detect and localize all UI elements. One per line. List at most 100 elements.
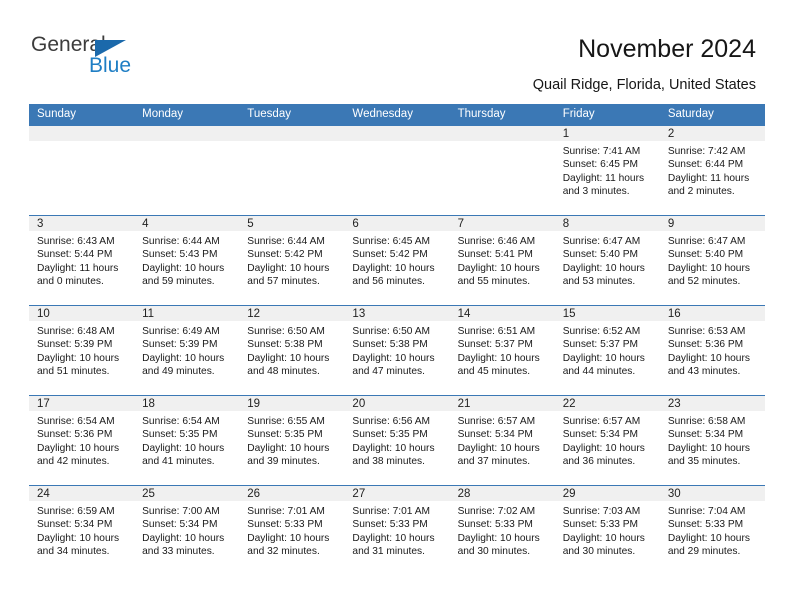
calendar-day-cell: 28 Sunrise: 7:02 AM Sunset: 5:33 PM Dayligh… [449, 485, 555, 575]
day-number: 17 [29, 396, 135, 411]
day-cell[interactable]: 29 Sunrise: 7:03 AM Sunset: 5:33 PM Dayligh… [554, 486, 660, 575]
daylight-duration-line1: Daylight: 10 hours [562, 532, 645, 544]
day-cell-empty [449, 126, 555, 215]
day-number: 5 [239, 216, 345, 231]
day-cell[interactable]: 10 Sunrise: 6:48 AM Sunset: 5:39 PM Dayligh… [29, 306, 135, 395]
day-details: Sunrise: 6:52 AM Sunset: 5:37 PM Daylight:… [555, 321, 660, 379]
calendar-day-cell: 18 Sunrise: 6:54 AM Sunset: 5:35 PM Dayligh… [134, 395, 240, 486]
day-cell[interactable]: 9 Sunrise: 6:47 AM Sunset: 5:40 PM Daylight… [659, 216, 765, 305]
daylight-duration-line1: Daylight: 10 hours [142, 262, 225, 274]
daylight-duration-line2: and 45 minutes. [457, 366, 531, 378]
daylight-duration-line2: and 34 minutes. [37, 546, 110, 558]
day-cell[interactable]: 5 Sunrise: 6:44 AM Sunset: 5:42 PM Daylight… [239, 216, 345, 305]
sunrise-time: Sunrise: 6:47 AM [562, 236, 641, 247]
daylight-duration-line2: and 55 minutes. [457, 276, 531, 288]
sunset-time: Sunset: 5:33 PM [667, 519, 744, 531]
day-cell[interactable]: 18 Sunrise: 6:54 AM Sunset: 5:35 PM Dayligh… [134, 396, 240, 485]
day-number: 24 [29, 486, 135, 501]
day-cell-empty [134, 126, 240, 215]
day-cell[interactable]: 28 Sunrise: 7:02 AM Sunset: 5:33 PM Dayligh… [449, 486, 555, 575]
day-cell[interactable]: 17 Sunrise: 6:54 AM Sunset: 5:36 PM Dayligh… [29, 396, 135, 485]
day-cell[interactable]: 25 Sunrise: 7:00 AM Sunset: 5:34 PM Dayligh… [134, 486, 240, 575]
day-cell[interactable]: 1 Sunrise: 7:41 AM Sunset: 6:45 PM Daylight… [554, 126, 660, 215]
calendar-day-cell: 27 Sunrise: 7:01 AM Sunset: 5:33 PM Dayligh… [344, 485, 450, 575]
day-cell[interactable]: 16 Sunrise: 6:53 AM Sunset: 5:36 PM Dayligh… [659, 306, 765, 395]
sunset-time: Sunset: 5:38 PM [247, 339, 323, 351]
daylight-duration-line2: and 49 minutes. [142, 366, 215, 378]
day-details: Sunrise: 7:02 AM Sunset: 5:33 PM Daylight:… [450, 501, 555, 559]
day-cell[interactable]: 7 Sunrise: 6:46 AM Sunset: 5:41 PM Daylight… [449, 216, 555, 305]
daylight-duration-line1: Daylight: 10 hours [352, 352, 435, 364]
day-details: Sunrise: 7:00 AM Sunset: 5:34 PM Daylight:… [134, 501, 239, 559]
sunset-time: Sunset: 5:34 PM [37, 519, 113, 531]
day-cell[interactable]: 19 Sunrise: 6:55 AM Sunset: 5:35 PM Dayligh… [239, 396, 345, 485]
daylight-duration-line1: Daylight: 10 hours [247, 352, 330, 364]
day-cell[interactable]: 13 Sunrise: 6:50 AM Sunset: 5:38 PM Dayligh… [344, 306, 450, 395]
day-cell[interactable]: 20 Sunrise: 6:56 AM Sunset: 5:35 PM Dayligh… [344, 396, 450, 485]
page-header: General Blue November 2024 Quail Ridge, … [0, 0, 792, 104]
day-cell[interactable]: 30 Sunrise: 7:04 AM Sunset: 5:33 PM Dayligh… [659, 486, 765, 575]
day-cell[interactable]: 4 Sunrise: 6:44 AM Sunset: 5:43 PM Daylight… [134, 216, 240, 305]
day-details: Sunrise: 6:46 AM Sunset: 5:41 PM Daylight:… [450, 231, 555, 289]
daylight-duration-line1: Daylight: 10 hours [37, 532, 120, 544]
calendar-day-cell: 4 Sunrise: 6:44 AM Sunset: 5:43 PM Daylight… [134, 215, 240, 306]
day-cell[interactable]: 14 Sunrise: 6:51 AM Sunset: 5:37 PM Dayligh… [449, 306, 555, 395]
day-number: 26 [239, 486, 345, 501]
daylight-duration-line1: Daylight: 10 hours [667, 352, 750, 364]
daylight-duration-line2: and 39 minutes. [247, 456, 320, 468]
day-cell[interactable]: 24 Sunrise: 6:59 AM Sunset: 5:34 PM Dayligh… [29, 486, 135, 575]
day-cell[interactable]: 21 Sunrise: 6:57 AM Sunset: 5:34 PM Dayligh… [449, 396, 555, 485]
day-cell[interactable]: 22 Sunrise: 6:57 AM Sunset: 5:34 PM Dayligh… [554, 396, 660, 485]
calendar-day-cell: 24 Sunrise: 6:59 AM Sunset: 5:34 PM Dayligh… [29, 485, 135, 575]
day-cell[interactable]: 27 Sunrise: 7:01 AM Sunset: 5:33 PM Dayligh… [344, 486, 450, 575]
sunrise-time: Sunrise: 7:00 AM [142, 506, 220, 517]
daylight-duration-line1: Daylight: 10 hours [667, 442, 750, 454]
sunrise-time: Sunrise: 6:51 AM [457, 326, 536, 337]
calendar-day-cell [449, 126, 555, 216]
daylight-duration-line2: and 29 minutes. [667, 546, 741, 558]
weekday-header-sunday: Sunday [29, 104, 135, 126]
sunset-time: Sunset: 5:40 PM [667, 249, 744, 261]
day-cell[interactable]: 26 Sunrise: 7:01 AM Sunset: 5:33 PM Dayligh… [239, 486, 345, 575]
day-details: Sunrise: 7:03 AM Sunset: 5:33 PM Daylight:… [555, 501, 660, 559]
daylight-duration-line2: and 32 minutes. [247, 546, 320, 558]
day-number: 4 [134, 216, 240, 231]
day-number: 2 [659, 126, 765, 141]
day-cell[interactable]: 8 Sunrise: 6:47 AM Sunset: 5:40 PM Daylight… [554, 216, 660, 305]
day-details: Sunrise: 7:42 AM Sunset: 6:44 PM Daylight:… [660, 141, 765, 199]
sunrise-time: Sunrise: 6:53 AM [667, 326, 746, 337]
daylight-duration-line2: and 44 minutes. [562, 366, 636, 378]
sunrise-time: Sunrise: 6:55 AM [247, 416, 325, 427]
day-cell[interactable]: 12 Sunrise: 6:50 AM Sunset: 5:38 PM Dayligh… [239, 306, 345, 395]
calendar-day-cell: 12 Sunrise: 6:50 AM Sunset: 5:38 PM Dayligh… [239, 305, 345, 396]
day-details: Sunrise: 6:59 AM Sunset: 5:34 PM Daylight:… [29, 501, 134, 559]
sunset-time: Sunset: 5:34 PM [562, 429, 639, 441]
sunset-time: Sunset: 6:44 PM [667, 159, 744, 171]
day-cell-empty [239, 126, 345, 215]
daylight-duration-line1: Daylight: 10 hours [247, 532, 330, 544]
brand-logo[interactable]: General Blue [31, 33, 151, 79]
day-cell[interactable]: 23 Sunrise: 6:58 AM Sunset: 5:34 PM Dayligh… [659, 396, 765, 485]
sunset-time: Sunset: 5:44 PM [37, 249, 113, 261]
sunset-time: Sunset: 5:37 PM [457, 339, 533, 351]
day-number: 14 [449, 306, 555, 321]
calendar-day-cell: 3 Sunrise: 6:43 AM Sunset: 5:44 PM Daylight… [29, 215, 135, 306]
calendar-day-cell [134, 126, 240, 216]
calendar-page: General Blue November 2024 Quail Ridge, … [0, 0, 792, 612]
sunrise-time: Sunrise: 6:59 AM [37, 506, 115, 517]
day-cell[interactable]: 15 Sunrise: 6:52 AM Sunset: 5:37 PM Dayligh… [554, 306, 660, 395]
day-details: Sunrise: 6:51 AM Sunset: 5:37 PM Daylight:… [450, 321, 555, 379]
calendar-day-cell [29, 126, 135, 216]
day-details: Sunrise: 6:44 AM Sunset: 5:42 PM Daylight:… [239, 231, 344, 289]
day-cell[interactable]: 11 Sunrise: 6:49 AM Sunset: 5:39 PM Dayligh… [134, 306, 240, 395]
calendar-day-cell: 20 Sunrise: 6:56 AM Sunset: 5:35 PM Dayligh… [344, 395, 450, 486]
day-cell[interactable]: 2 Sunrise: 7:42 AM Sunset: 6:44 PM Daylight… [659, 126, 765, 215]
sunrise-time: Sunrise: 7:04 AM [667, 506, 746, 517]
daylight-duration-line2: and 47 minutes. [352, 366, 425, 378]
daylight-duration-line2: and 3 minutes. [562, 186, 630, 198]
sunrise-time: Sunrise: 6:56 AM [352, 416, 431, 427]
daylight-duration-line2: and 51 minutes. [37, 366, 110, 378]
day-cell[interactable]: 6 Sunrise: 6:45 AM Sunset: 5:42 PM Daylight… [344, 216, 450, 305]
day-cell[interactable]: 3 Sunrise: 6:43 AM Sunset: 5:44 PM Daylight… [29, 216, 135, 305]
day-number: 22 [554, 396, 660, 411]
